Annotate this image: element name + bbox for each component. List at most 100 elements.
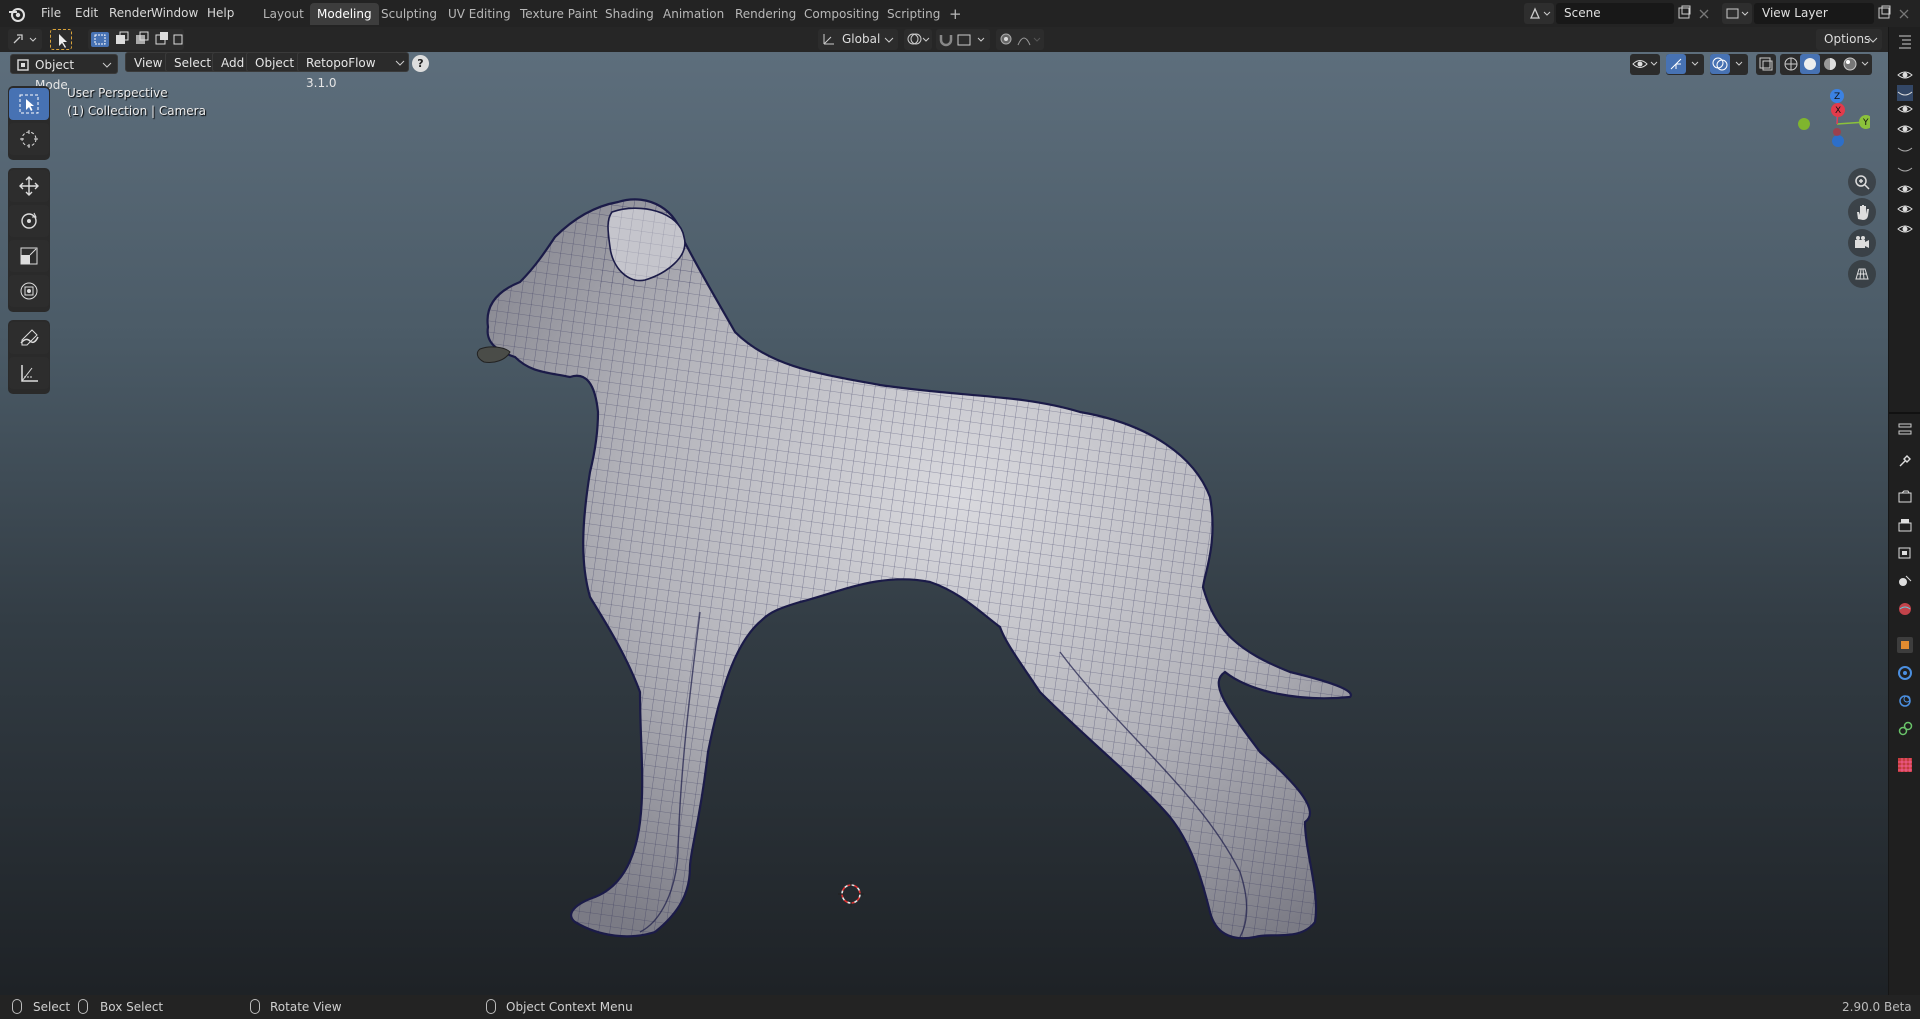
transform-orientation-dropdown[interactable]: Global bbox=[818, 29, 898, 50]
scene-properties-icon[interactable] bbox=[1897, 573, 1913, 589]
dog-mesh-model[interactable] bbox=[0, 52, 1888, 995]
cursor-tool-icon[interactable] bbox=[9, 123, 49, 155]
outliner-editor-icon[interactable] bbox=[1897, 33, 1913, 49]
new-scene-icon[interactable] bbox=[1676, 3, 1694, 24]
editor-type-button[interactable] bbox=[8, 29, 42, 50]
eye-icon[interactable] bbox=[1897, 201, 1913, 217]
texture-properties-icon[interactable] bbox=[1897, 757, 1913, 773]
view-layer-field[interactable]: View Layer bbox=[1754, 3, 1874, 24]
mouse-middle-icon bbox=[250, 999, 260, 1014]
tab-shading[interactable]: Shading bbox=[598, 3, 661, 25]
scene-icon bbox=[1529, 7, 1551, 19]
active-tool-select-icon[interactable] bbox=[50, 29, 72, 50]
render-properties-icon[interactable] bbox=[1897, 489, 1913, 505]
options-dropdown[interactable]: Options bbox=[1816, 29, 1882, 50]
status-box-select: Box Select bbox=[100, 1000, 164, 1014]
delete-view-layer-icon[interactable] bbox=[1896, 3, 1912, 24]
tab-animation[interactable]: Animation bbox=[656, 3, 731, 25]
blender-logo-icon[interactable] bbox=[8, 5, 26, 23]
status-bar: Select Box Select Rotate View Object Con… bbox=[0, 995, 1920, 1019]
view-layer-icon bbox=[1726, 8, 1749, 19]
eye-closed-icon[interactable] bbox=[1897, 85, 1913, 101]
eye-closed-icon[interactable] bbox=[1897, 161, 1913, 177]
menu-file[interactable]: File bbox=[35, 4, 67, 23]
options-label: Options bbox=[1824, 32, 1871, 46]
move-tool-icon[interactable] bbox=[9, 170, 49, 202]
xray-toggle[interactable] bbox=[1756, 54, 1776, 75]
top-menu-bar: File Edit Render Window Help Layout Mode… bbox=[0, 0, 1920, 27]
viewport-perspective-label: User Perspective bbox=[67, 86, 168, 100]
tab-rendering[interactable]: Rendering bbox=[728, 3, 803, 25]
menu-edit[interactable]: Edit bbox=[69, 4, 104, 23]
pan-view-hand-icon[interactable] bbox=[1848, 198, 1876, 226]
3d-viewport[interactable]: Object Mode View Select Add Object Retop… bbox=[0, 52, 1888, 995]
selection-mode-buttons[interactable] bbox=[88, 29, 184, 50]
object-properties-icon[interactable] bbox=[1897, 637, 1913, 653]
snap-magnet-icon bbox=[939, 34, 985, 47]
new-view-layer-icon[interactable] bbox=[1876, 3, 1894, 24]
tab-scripting[interactable]: Scripting bbox=[880, 3, 947, 25]
tool-properties-icon[interactable] bbox=[1897, 453, 1913, 469]
tab-texture-paint[interactable]: Texture Paint bbox=[513, 3, 604, 25]
menu-window[interactable]: Window bbox=[145, 4, 204, 23]
physics-properties-icon[interactable] bbox=[1897, 693, 1913, 709]
output-properties-icon[interactable] bbox=[1897, 517, 1913, 533]
gizmo-toggle[interactable] bbox=[1666, 54, 1704, 75]
delete-scene-icon[interactable] bbox=[1696, 3, 1712, 24]
zoom-view-icon[interactable] bbox=[1848, 168, 1876, 196]
eye-icon[interactable] bbox=[1897, 221, 1913, 237]
measure-tool-icon[interactable] bbox=[9, 357, 49, 389]
camera-view-icon[interactable] bbox=[1848, 229, 1876, 257]
mouse-left-icon bbox=[12, 999, 22, 1014]
dog-nose bbox=[476, 346, 511, 363]
view-layer-browse-button[interactable] bbox=[1722, 3, 1752, 24]
pivot-point-dropdown[interactable] bbox=[904, 29, 932, 50]
shading-mode-buttons[interactable] bbox=[1780, 54, 1872, 75]
tab-compositing[interactable]: Compositing bbox=[797, 3, 886, 25]
menu-object[interactable]: Object bbox=[246, 52, 304, 72]
eye-visibility-icon bbox=[1632, 60, 1658, 68]
3d-cursor-icon[interactable] bbox=[838, 881, 864, 907]
tab-sculpting[interactable]: Sculpting bbox=[374, 3, 444, 25]
eye-icon[interactable] bbox=[1897, 101, 1913, 117]
right-editor-strip bbox=[1888, 27, 1920, 995]
eye-icon[interactable] bbox=[1897, 181, 1913, 197]
overlays-toggle[interactable] bbox=[1710, 54, 1748, 75]
retopoflow-dropdown[interactable]: RetopoFlow 3.1.0 bbox=[297, 52, 409, 90]
pivot-icon bbox=[907, 33, 930, 45]
gizmo-x-label: X bbox=[1835, 106, 1841, 116]
rotate-tool-icon[interactable] bbox=[9, 205, 49, 237]
gizmo-neg-y-icon[interactable] bbox=[1798, 118, 1810, 130]
menu-help[interactable]: Help bbox=[201, 4, 240, 23]
retopoflow-help-icon[interactable]: ? bbox=[412, 55, 429, 72]
status-version: 2.90.0 Beta bbox=[1842, 1000, 1912, 1014]
annotate-tool-icon[interactable] bbox=[9, 322, 49, 354]
modifier-properties-icon[interactable] bbox=[1897, 665, 1913, 681]
selectability-visibility-dropdown[interactable] bbox=[1630, 54, 1660, 75]
snapping-controls[interactable] bbox=[936, 29, 990, 50]
constraint-properties-icon[interactable] bbox=[1897, 721, 1913, 737]
add-workspace-icon[interactable]: + bbox=[942, 3, 969, 25]
tab-modeling[interactable]: Modeling bbox=[310, 3, 379, 25]
eye-closed-icon[interactable] bbox=[1897, 141, 1913, 157]
eye-icon[interactable] bbox=[1897, 121, 1913, 137]
view-layer-properties-icon[interactable] bbox=[1897, 545, 1913, 561]
orientation-label: Global bbox=[842, 32, 881, 46]
world-properties-icon[interactable] bbox=[1897, 601, 1913, 617]
scale-tool-icon[interactable] bbox=[9, 240, 49, 272]
select-box-tool-icon[interactable] bbox=[9, 88, 49, 120]
toggle-ortho-grid-icon[interactable] bbox=[1848, 260, 1876, 288]
transform-tool-icon[interactable] bbox=[9, 275, 49, 307]
eye-icon[interactable] bbox=[1897, 67, 1913, 83]
gizmo-neg-x-icon[interactable] bbox=[1833, 128, 1841, 136]
object-mode-dropdown[interactable]: Object Mode bbox=[10, 54, 118, 92]
gizmo-neg-z-icon[interactable] bbox=[1832, 135, 1844, 147]
proportional-editing-controls[interactable] bbox=[996, 29, 1044, 50]
scene-name-field[interactable]: Scene bbox=[1556, 3, 1674, 24]
tab-uv-editing[interactable]: UV Editing bbox=[441, 3, 518, 25]
navigation-gizmo[interactable]: Z X Y bbox=[1790, 86, 1870, 162]
properties-editor-icon[interactable] bbox=[1897, 421, 1913, 437]
mouse-drag-icon bbox=[78, 999, 88, 1014]
tab-layout[interactable]: Layout bbox=[256, 3, 311, 25]
scene-browse-button[interactable] bbox=[1524, 3, 1554, 24]
